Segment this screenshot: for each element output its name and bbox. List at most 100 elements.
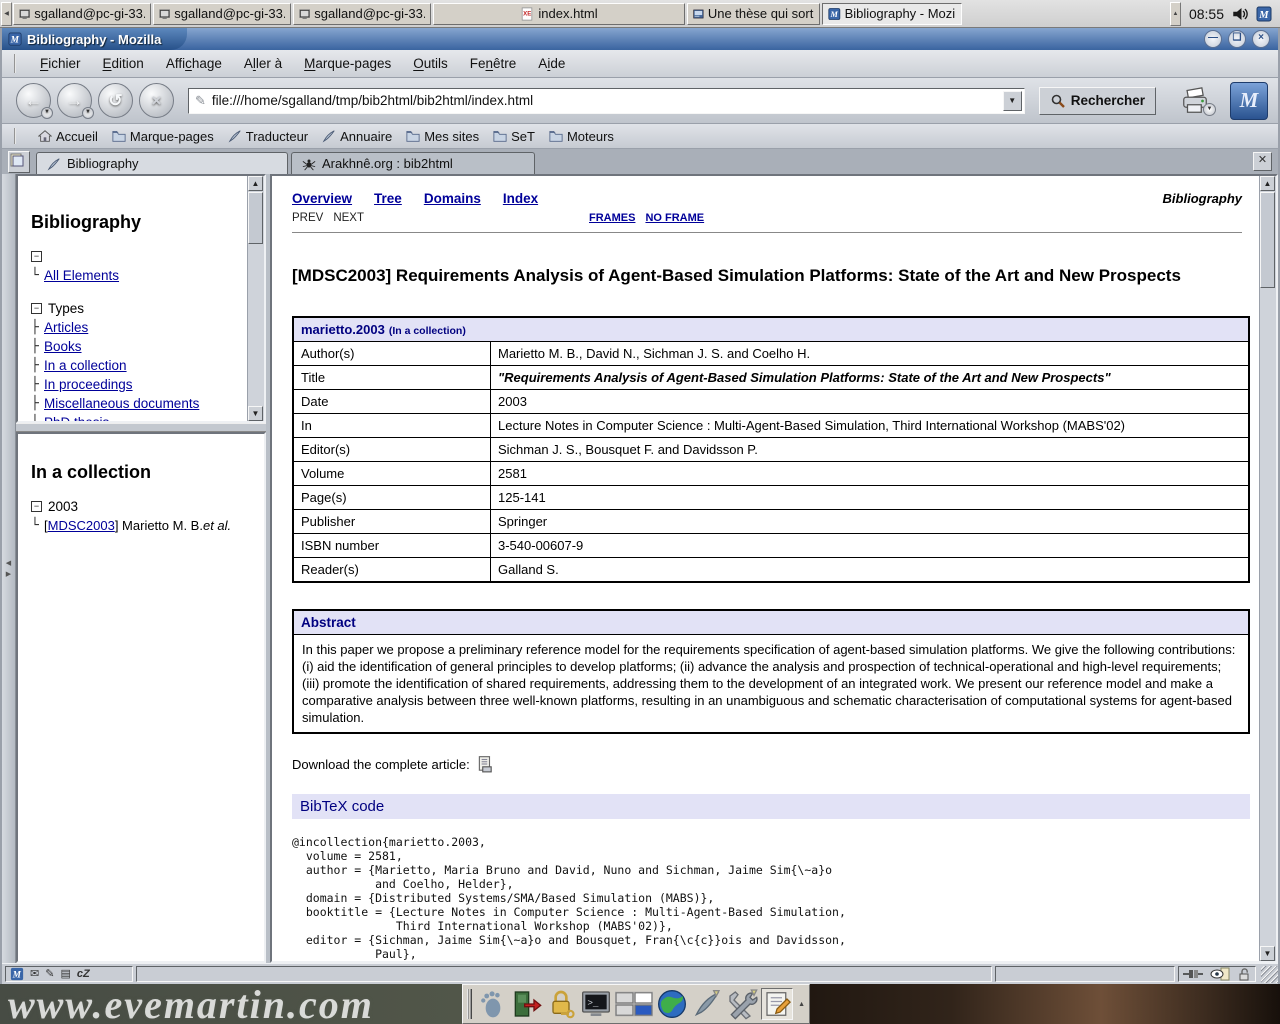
notes-launcher-icon[interactable] bbox=[761, 988, 793, 1020]
nav-link-tree[interactable]: Tree bbox=[374, 191, 402, 206]
sidebar-link-miscellaneous-documents[interactable]: Miscellaneous documents bbox=[44, 396, 199, 411]
close-tab-button[interactable]: ✕ bbox=[1253, 152, 1272, 171]
quill-launcher-icon[interactable] bbox=[691, 988, 723, 1020]
taskbar-scroll-right-icon[interactable]: ▲ bbox=[1170, 2, 1181, 26]
nav-link-index[interactable]: Index bbox=[503, 191, 538, 206]
taskbar-window-label: Bibliography - Mozilla bbox=[845, 6, 956, 21]
addressbook-icon[interactable]: ▤ bbox=[60, 967, 70, 981]
print-button[interactable]: ▼ bbox=[1180, 86, 1210, 116]
lock-screen-icon[interactable] bbox=[545, 988, 577, 1020]
sidebar-link-books[interactable]: Books bbox=[44, 339, 82, 354]
forward-dropdown-icon[interactable]: ▼ bbox=[82, 107, 94, 119]
print-dropdown-icon[interactable]: ▼ bbox=[1203, 103, 1216, 116]
sidebar-splitter[interactable]: ◀▶ bbox=[2, 174, 16, 963]
personal-toolbar-set[interactable]: SeT bbox=[486, 129, 542, 144]
window-resize-grip[interactable] bbox=[1261, 966, 1278, 983]
configuration-tools-icon[interactable] bbox=[726, 988, 758, 1020]
tray-mozilla-icon[interactable]: M bbox=[1256, 6, 1272, 22]
personal-toolbar-accueil[interactable]: Accueil bbox=[31, 129, 105, 144]
offline-plug-icon[interactable] bbox=[1183, 968, 1203, 980]
menu-aller[interactable]: Aller à bbox=[233, 56, 293, 71]
back-button[interactable]: ←▼ bbox=[16, 83, 51, 118]
speaker-icon[interactable] bbox=[1231, 5, 1249, 23]
sidebar-frame-splitter[interactable] bbox=[16, 423, 266, 432]
personal-toolbar-mes-sites[interactable]: Mes sites bbox=[399, 129, 486, 144]
panel-arrow-icon[interactable]: ▲ bbox=[798, 1001, 805, 1008]
sidebar-link-in-a-collection[interactable]: In a collection bbox=[44, 358, 127, 373]
sidebar-scrollbar[interactable]: ▲ ▼ bbox=[247, 176, 264, 421]
reload-button[interactable]: ↺ bbox=[98, 83, 133, 118]
menu-aide[interactable]: Aide bbox=[527, 56, 576, 71]
menu-edition[interactable]: Edition bbox=[92, 56, 155, 71]
url-dropdown-icon[interactable]: ▼ bbox=[1003, 91, 1022, 111]
tab-list-button[interactable] bbox=[8, 151, 30, 173]
taskbar-window-sgalland-pc-gi-33-utbn[interactable]: sgalland@pc-gi-33.utbn bbox=[13, 3, 151, 25]
search-button[interactable]: Rechercher bbox=[1039, 87, 1156, 115]
taskbar-window-une-th-se-qui-sort-du-lo[interactable]: Une thèse qui sort du lo bbox=[687, 3, 820, 25]
gnome-menu-foot-icon[interactable] bbox=[475, 988, 507, 1020]
menu-marque-pages[interactable]: Marque-pages bbox=[293, 56, 402, 71]
personal-toolbar-annuaire[interactable]: Annuaire bbox=[315, 129, 399, 144]
forward-button[interactable]: →▼ bbox=[57, 83, 92, 118]
tab-arakhn-org-bib2html[interactable]: Arakhnê.org : bib2html bbox=[291, 152, 535, 174]
personal-toolbar-moteurs[interactable]: Moteurs bbox=[542, 129, 621, 144]
scroll-down-icon[interactable]: ▼ bbox=[248, 406, 263, 421]
web-browser-globe-icon[interactable] bbox=[656, 988, 688, 1020]
minimize-button[interactable]: — bbox=[1204, 30, 1222, 48]
tree-collapse-icon[interactable] bbox=[31, 501, 42, 512]
taskbar-window-index-html[interactable]: XEindex.html bbox=[433, 3, 685, 25]
workspace-switcher[interactable] bbox=[615, 991, 653, 1017]
tab-bibliography[interactable]: Bibliography bbox=[36, 152, 288, 174]
mozilla-throbber-logo[interactable]: M bbox=[1230, 82, 1268, 120]
taskbar-window-sgalland-pc-gi-33-utbn[interactable]: sgalland@pc-gi-33.utbn bbox=[293, 3, 431, 25]
download-article-icon[interactable] bbox=[476, 755, 494, 773]
scroll-up-icon[interactable]: ▲ bbox=[1260, 176, 1275, 191]
url-text[interactable]: file:///home/sgalland/tmp/bib2html/bib2h… bbox=[212, 93, 1003, 108]
sidebar-link-all-elements[interactable]: All Elements bbox=[44, 268, 119, 283]
composer-icon[interactable]: ✎ bbox=[45, 967, 54, 981]
mail-icon[interactable]: ✉ bbox=[30, 967, 39, 981]
scroll-up-icon[interactable]: ▲ bbox=[248, 176, 263, 191]
logout-icon[interactable] bbox=[510, 988, 542, 1020]
security-lock-icon[interactable] bbox=[1237, 967, 1251, 981]
close-button[interactable]: × bbox=[1252, 30, 1270, 48]
scroll-down-icon[interactable]: ▼ bbox=[1260, 946, 1275, 961]
sidebar-link-in-proceedings[interactable]: In proceedings bbox=[44, 377, 133, 392]
privacy-eye-icon[interactable] bbox=[1210, 967, 1230, 981]
main-scrollbar[interactable]: ▲ ▼ bbox=[1259, 176, 1276, 961]
tree-collapse-icon[interactable] bbox=[31, 251, 42, 262]
taskbar-window-sgalland-pc-gi-33-utbn[interactable]: sgalland@pc-gi-33.utbn bbox=[153, 3, 291, 25]
terminal-launcher-icon[interactable]: >_ bbox=[580, 988, 612, 1020]
nav-link-overview[interactable]: Overview bbox=[292, 191, 352, 206]
taskbar-scroll-left-icon[interactable]: ◀ bbox=[1, 2, 12, 26]
navigator-icon[interactable]: M bbox=[10, 967, 24, 981]
menu-fichier[interactable]: Fichier bbox=[29, 56, 92, 71]
sidebar-link-articles[interactable]: Articles bbox=[44, 320, 88, 335]
menu-affichage[interactable]: Affichage bbox=[155, 56, 233, 71]
field-value: "Requirements Analysis of Agent-Based Si… bbox=[491, 366, 1250, 390]
sidebar-entry-link[interactable]: MDSC2003 bbox=[48, 518, 115, 533]
no-frame-link[interactable]: NO FRAME bbox=[645, 212, 704, 224]
personal-toolbar-marque-pages[interactable]: Marque-pages bbox=[105, 129, 221, 144]
maximize-button[interactable]: ❏ bbox=[1228, 30, 1246, 48]
frames-link[interactable]: FRAMES bbox=[589, 212, 635, 224]
chatzilla-icon[interactable]: cZ bbox=[77, 967, 90, 981]
stop-button[interactable]: × bbox=[139, 83, 174, 118]
back-dropdown-icon[interactable]: ▼ bbox=[41, 107, 53, 119]
tree-collapse-icon[interactable] bbox=[31, 303, 42, 314]
menu-fen-tre[interactable]: Fenêtre bbox=[459, 56, 528, 71]
taskbar-window-bibliography-mozilla[interactable]: MBibliography - Mozilla bbox=[822, 3, 962, 25]
toolbar-grip[interactable] bbox=[14, 54, 21, 73]
field-label: Volume bbox=[293, 462, 491, 486]
url-bar[interactable]: ✎ file:///home/sgalland/tmp/bib2html/bib… bbox=[188, 88, 1025, 114]
panel-handle[interactable] bbox=[467, 989, 472, 1019]
scrollbar-thumb[interactable] bbox=[1260, 192, 1275, 288]
personal-toolbar-traducteur[interactable]: Traducteur bbox=[221, 129, 315, 144]
title-bar[interactable]: M Bibliography - Mozilla — ❏ × bbox=[2, 28, 1278, 50]
bibtex-section-title: BibTeX code bbox=[292, 794, 1250, 819]
nav-link-domains[interactable]: Domains bbox=[424, 191, 481, 206]
menu-outils[interactable]: Outils bbox=[402, 56, 459, 71]
toolbar-grip[interactable] bbox=[14, 128, 21, 145]
scrollbar-thumb[interactable] bbox=[248, 192, 263, 244]
sidebar-link-phd-thesis[interactable]: PhD thesis bbox=[44, 415, 109, 423]
